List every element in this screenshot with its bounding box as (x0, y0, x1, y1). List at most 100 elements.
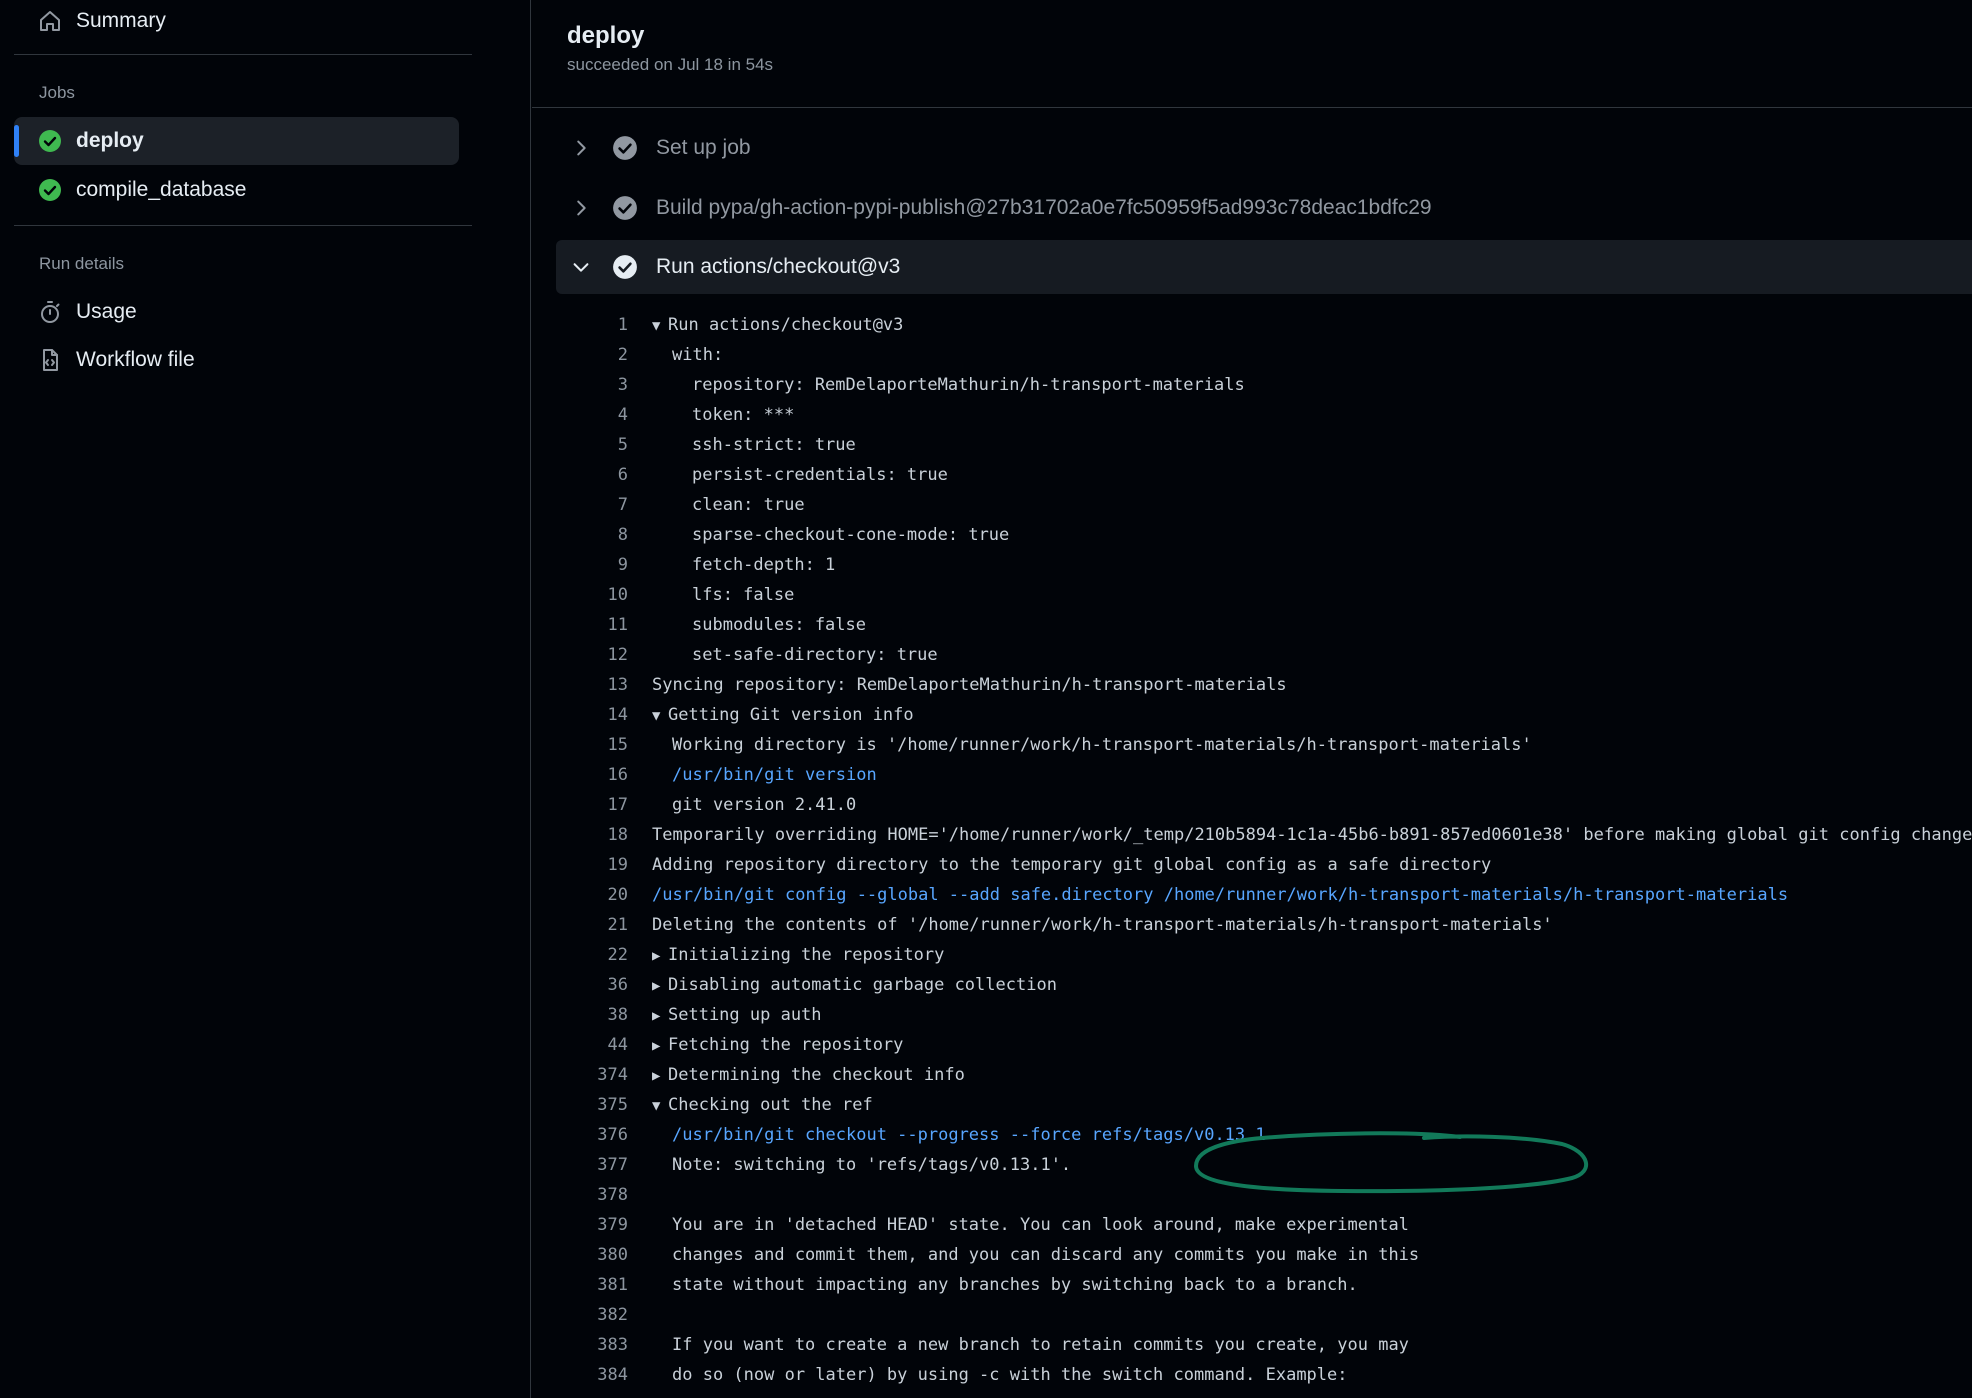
fold-closed-icon[interactable]: ▶ (652, 1061, 668, 1091)
log-text: Working directory is '/home/runner/work/… (672, 730, 1532, 760)
log-line-number[interactable]: 3 (572, 370, 628, 400)
log-line-number[interactable]: 379 (572, 1210, 628, 1240)
sidebar-item-summary[interactable]: Summary (14, 0, 459, 45)
check-circle-icon (612, 254, 638, 280)
log-line[interactable]: 14 ▼ Getting Git version info (532, 700, 1972, 730)
step-label: Run actions/checkout@v3 (656, 255, 901, 278)
log-text: do so (now or later) by using -c with th… (672, 1360, 1348, 1390)
step-run-checkout[interactable]: Run actions/checkout@v3 (556, 240, 1972, 294)
log-line-number[interactable]: 2 (572, 340, 628, 370)
log-line-number[interactable]: 1 (572, 310, 628, 340)
log-line-content: clean: true (692, 495, 805, 515)
log-line[interactable]: 36 ▶ Disabling automatic garbage collectio… (532, 970, 1972, 1000)
fold-closed-icon[interactable]: ▶ (652, 1031, 668, 1061)
log-line-number[interactable]: 15 (572, 730, 628, 760)
log-line-content: with: (672, 345, 724, 365)
log-line-content: Deleting the contents of '/home/runner/w… (652, 915, 1553, 935)
log-text: sparse-checkout-cone-mode: true (692, 520, 1009, 550)
chevron-right-icon (568, 195, 594, 221)
log-line-content: Syncing repository: RemDelaporteMathurin… (652, 675, 1287, 695)
log-line-number[interactable]: 384 (572, 1360, 628, 1390)
log-line-number[interactable]: 383 (572, 1330, 628, 1360)
log-line-number[interactable]: 4 (572, 400, 628, 430)
log-line-number[interactable]: 9 (572, 550, 628, 580)
log-line: 378 (532, 1180, 1972, 1210)
log-line-content: Checking out the ref (668, 1095, 873, 1115)
log-line-content: do so (now or later) by using -c with th… (672, 1365, 1348, 1385)
check-circle-icon (612, 195, 638, 221)
log-line-number[interactable]: 7 (572, 490, 628, 520)
log-line-number[interactable]: 10 (572, 580, 628, 610)
log-line[interactable]: 38 ▶ Setting up auth (532, 1000, 1972, 1030)
log-line-content: Initializing the repository (668, 945, 945, 965)
step-build-pypi-publish[interactable]: Build pypa/gh-action-pypi-publish@27b317… (556, 181, 1972, 235)
fold-closed-icon[interactable]: ▶ (652, 1001, 668, 1031)
log-line: 3 repository: RemDelaporteMathurin/h-tran… (532, 370, 1972, 400)
fold-closed-icon[interactable]: ▶ (652, 941, 668, 971)
log-line: 8 sparse-checkout-cone-mode: true (532, 520, 1972, 550)
log-text: ▶ Setting up auth (652, 1000, 822, 1031)
log-line[interactable]: 44 ▶ Fetching the repository (532, 1030, 1972, 1060)
log-line: 382 (532, 1300, 1972, 1330)
log-line[interactable]: 22 ▶ Initializing the repository (532, 940, 1972, 970)
log-line[interactable]: 375 ▼ Checking out the ref (532, 1090, 1972, 1120)
fold-open-icon[interactable]: ▼ (652, 1091, 668, 1121)
sidebar-item-workflow-file[interactable]: Workflow file (14, 336, 459, 384)
log-line-number[interactable]: 374 (572, 1060, 628, 1090)
step-set-up-job[interactable]: Set up job (556, 121, 1972, 175)
log-line-number[interactable]: 17 (572, 790, 628, 820)
log-line-number[interactable]: 19 (572, 850, 628, 880)
log-line-number[interactable]: 8 (572, 520, 628, 550)
log-line: 20/usr/bin/git config --global --add saf… (532, 880, 1972, 910)
log-line-content: lfs: false (692, 585, 795, 605)
fold-open-icon[interactable]: ▼ (652, 311, 668, 341)
log-line-content: state without impacting any branches by … (672, 1275, 1358, 1295)
log-text: state without impacting any branches by … (672, 1270, 1358, 1300)
log-line: 21 Deleting the contents of '/home/runner… (532, 910, 1972, 940)
log-line-number[interactable]: 20 (572, 880, 628, 910)
log-line-number[interactable]: 22 (572, 940, 628, 970)
log-line: 383 If you want to create a new branch to… (532, 1330, 1972, 1360)
log-command-text: /usr/bin/git config --global --add safe.… (652, 880, 1788, 910)
fold-closed-icon[interactable]: ▶ (652, 971, 668, 1001)
log-text: token: *** (692, 400, 794, 430)
log-line-number[interactable]: 375 (572, 1090, 628, 1120)
log-line: 381 state without impacting any branches … (532, 1270, 1972, 1300)
log-line: 5 ssh-strict: true (532, 430, 1972, 460)
log-line[interactable]: 374 ▶ Determining the checkout info (532, 1060, 1972, 1090)
log-line-number[interactable]: 11 (572, 610, 628, 640)
log-line: 9 fetch-depth: 1 (532, 550, 1972, 580)
log-line-number[interactable]: 13 (572, 670, 628, 700)
log-line-number[interactable]: 21 (572, 910, 628, 940)
log-line-number[interactable]: 380 (572, 1240, 628, 1270)
log-line-number[interactable]: 44 (572, 1030, 628, 1060)
sidebar-job-deploy[interactable]: deploy (14, 117, 459, 165)
log-line-number[interactable]: 378 (572, 1180, 628, 1210)
log-line[interactable]: 1 ▼ Run actions/checkout@v3 (532, 310, 1972, 340)
sidebar-item-usage[interactable]: Usage (14, 288, 459, 336)
log-line-number[interactable]: 38 (572, 1000, 628, 1030)
log-text: submodules: false (692, 610, 866, 640)
log-line-number[interactable]: 12 (572, 640, 628, 670)
log-text: ▶ Determining the checkout info (652, 1060, 965, 1091)
log-text: with: (672, 340, 723, 370)
log-text: ▶ Disabling automatic garbage collection (652, 970, 1057, 1001)
sidebar-job-compile-database[interactable]: compile_database (14, 166, 459, 214)
log-line-number[interactable]: 377 (572, 1150, 628, 1180)
log-line-number[interactable]: 376 (572, 1120, 628, 1150)
log-line-number[interactable]: 382 (572, 1300, 628, 1330)
log-line-number[interactable]: 36 (572, 970, 628, 1000)
sidebar-item-label: Summary (76, 9, 166, 32)
log-text: changes and commit them, and you can dis… (672, 1240, 1419, 1270)
log-line-number[interactable]: 381 (572, 1270, 628, 1300)
fold-open-icon[interactable]: ▼ (652, 701, 668, 731)
chevron-right-icon (568, 135, 594, 161)
log-line-number[interactable]: 5 (572, 430, 628, 460)
log-line-number[interactable]: 14 (572, 700, 628, 730)
log-text: ▼ Checking out the ref (652, 1090, 873, 1121)
log-line-number[interactable]: 18 (572, 820, 628, 850)
log-text: fetch-depth: 1 (692, 550, 835, 580)
log-command-text: /usr/bin/git version (672, 760, 877, 790)
log-line-number[interactable]: 16 (572, 760, 628, 790)
log-line-number[interactable]: 6 (572, 460, 628, 490)
